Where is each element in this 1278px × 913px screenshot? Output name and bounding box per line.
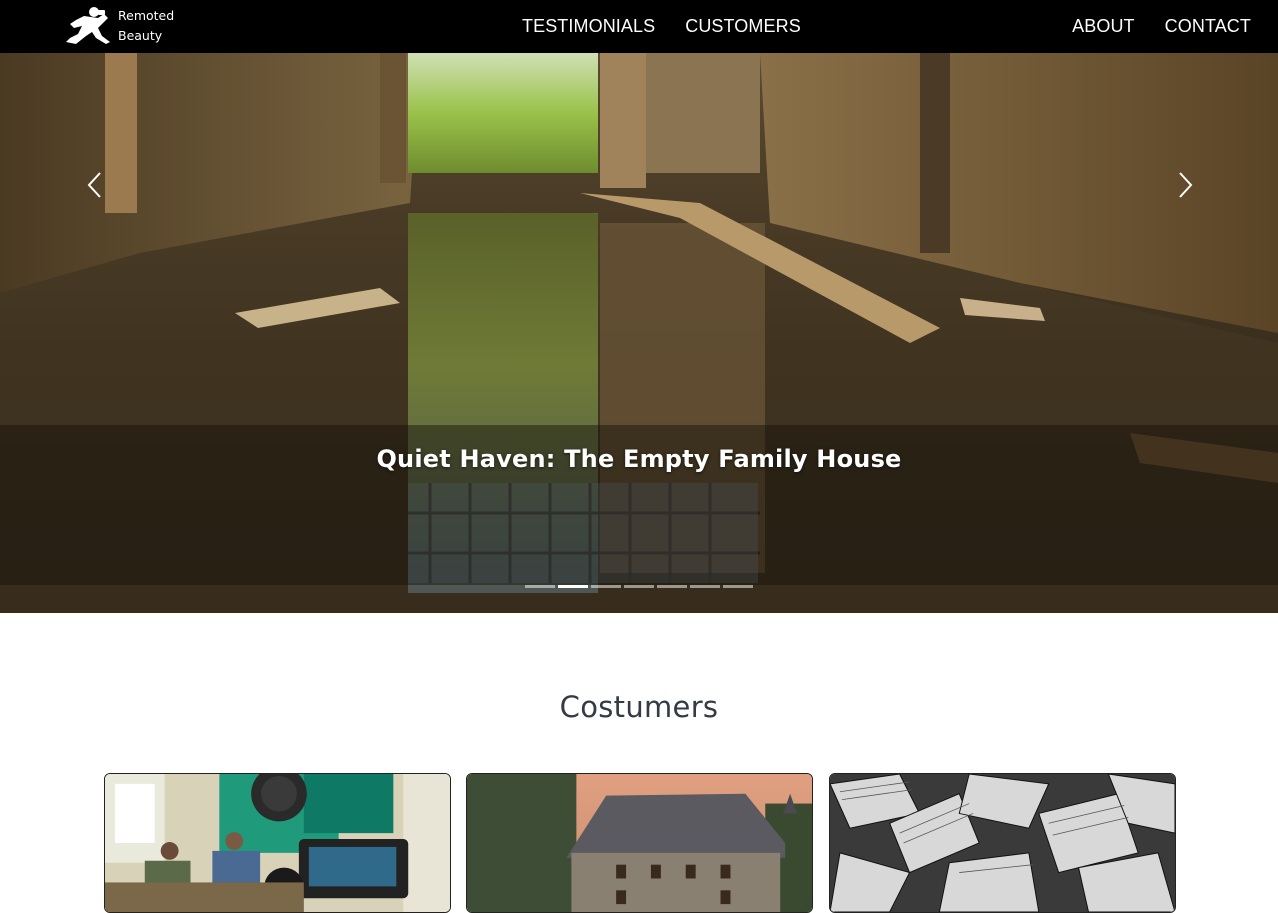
customer-card-3[interactable] xyxy=(829,773,1176,913)
customer-card-2[interactable] xyxy=(466,773,813,913)
top-navbar: Remoted Beauty TESTIMONIALS CUSTOMERS AB… xyxy=(0,0,1278,53)
black-white-books-photo xyxy=(830,774,1175,912)
carousel-indicator[interactable] xyxy=(558,585,588,588)
carousel-indicator[interactable] xyxy=(624,585,654,588)
nav-link-customers[interactable]: CUSTOMERS xyxy=(685,16,801,37)
chevron-right-icon xyxy=(1179,172,1193,198)
nav-center-group: TESTIMONIALS CUSTOMERS xyxy=(522,0,801,53)
brand-name: Remoted Beauty xyxy=(118,6,174,46)
carousel-indicator[interactable] xyxy=(690,585,720,588)
nav-right-group: ABOUT CONTACT xyxy=(1072,0,1251,53)
carousel-caption: Quiet Haven: The Empty Family House xyxy=(376,445,902,473)
chevron-left-icon xyxy=(87,172,101,198)
section-title: Costumers xyxy=(559,690,719,724)
nav-link-about[interactable]: ABOUT xyxy=(1072,16,1135,37)
carousel-indicators xyxy=(0,585,1278,588)
carousel-indicator[interactable] xyxy=(723,585,753,588)
carousel-prev-button[interactable] xyxy=(75,165,115,205)
brand-link[interactable]: Remoted Beauty xyxy=(64,3,174,49)
hero-carousel: Quiet Haven: The Empty Family House xyxy=(0,53,1278,613)
old-stone-house-photo xyxy=(467,774,812,912)
carousel-indicator[interactable] xyxy=(657,585,687,588)
brand-name-line1: Remoted xyxy=(118,8,175,23)
nav-link-testimonials[interactable]: TESTIMONIALS xyxy=(522,16,655,37)
customer-cards xyxy=(104,773,1176,913)
carousel-indicator[interactable] xyxy=(591,585,621,588)
office-video-shoot-photo xyxy=(105,774,450,912)
carousel-indicator[interactable] xyxy=(525,585,555,588)
nav-link-contact[interactable]: CONTACT xyxy=(1165,16,1251,37)
photographer-silhouette-icon xyxy=(66,7,110,44)
brand-name-line2: Beauty xyxy=(118,28,163,43)
customer-card-1[interactable] xyxy=(104,773,451,913)
carousel-next-button[interactable] xyxy=(1165,165,1205,205)
